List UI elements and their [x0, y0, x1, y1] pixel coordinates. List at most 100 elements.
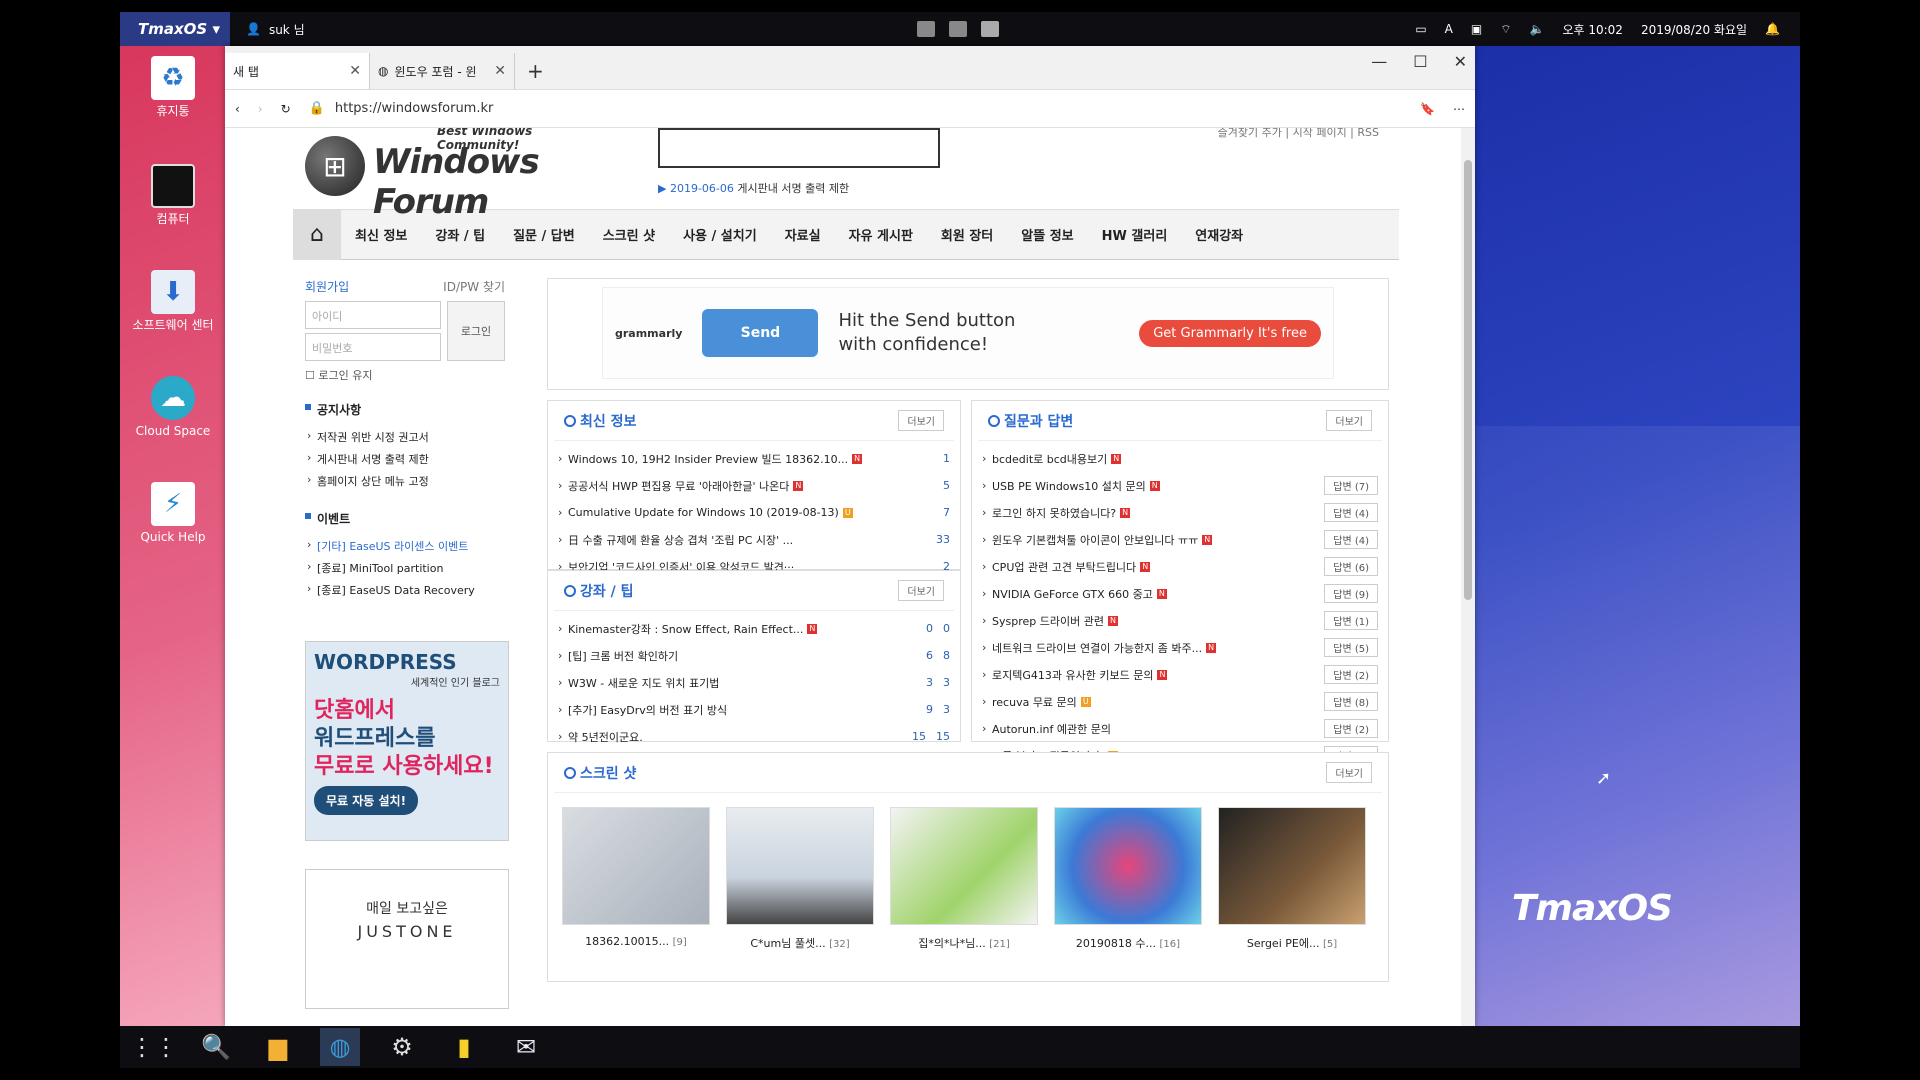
menu-item-hw-gallery[interactable]: HW 갤러리	[1088, 225, 1182, 244]
list-item[interactable]: 저작권 위반 시정 권고서	[305, 426, 505, 448]
screenshot-item[interactable]: 20190818 수... [16]	[1054, 807, 1202, 951]
menu-item-market[interactable]: 회원 장터	[927, 225, 1007, 244]
list-item[interactable]: Sysprep 드라이버 관련N 답변 (1)	[982, 607, 1378, 634]
page-scrollbar[interactable]	[1461, 128, 1475, 1026]
justone-ad[interactable]: 매일 보고싶은 JUSTONE	[305, 869, 509, 1009]
search-input[interactable]	[658, 128, 940, 168]
menu-item-latest[interactable]: 최신 정보	[341, 225, 421, 244]
menu-item-series[interactable]: 연재강좌	[1181, 225, 1257, 244]
ad-install-button[interactable]: 무료 자동 설치!	[314, 786, 419, 815]
layout-single-icon[interactable]	[917, 21, 935, 37]
volume-icon[interactable]: 🔈	[1530, 22, 1545, 36]
box-title[interactable]: 최신 정보	[564, 411, 636, 431]
list-item[interactable]: 日 수출 규제에 환율 상승 겹쳐 '조립 PC 시장' ... 33	[558, 526, 950, 553]
close-icon[interactable]: ✕	[494, 63, 506, 79]
file-manager-icon[interactable]: ▆	[258, 1028, 298, 1066]
list-item[interactable]: bcdedit로 bcd내용보기N	[982, 445, 1378, 472]
list-item[interactable]: W3W - 새로운 지도 위치 표기법 33	[558, 669, 950, 696]
more-button[interactable]: 더보기	[1326, 762, 1372, 783]
menu-item-tips[interactable]: 강좌 / 팁	[421, 225, 499, 244]
list-item[interactable]: [추가] EasyDrv의 버전 표기 방식 93	[558, 696, 950, 723]
login-button[interactable]: 로그인	[447, 301, 505, 361]
forward-icon[interactable]: ›	[258, 102, 263, 116]
more-button[interactable]: 더보기	[898, 580, 944, 601]
list-item[interactable]: [기타] EaseUS 라이센스 이벤트	[305, 535, 505, 557]
window-close-icon[interactable]: ✕	[1454, 52, 1467, 71]
wordpress-ad[interactable]: WORDPRESS 세계적인 인기 블로그 닷홈에서 워드프레스를 무료로 사용하세…	[305, 641, 509, 841]
find-account-link[interactable]: ID/PW 찾기	[443, 278, 505, 295]
screenshot-item[interactable]: Sergei PE에... [5]	[1218, 807, 1366, 951]
menu-item-deals[interactable]: 알뜰 정보	[1007, 225, 1087, 244]
notification-bell-icon[interactable]: 🔔	[1765, 22, 1780, 36]
list-item[interactable]: 로그인 하지 못하였습니다?N 답변 (4)	[982, 499, 1378, 526]
box-title[interactable]: 강좌 / 팁	[564, 581, 634, 601]
id-field[interactable]: 아이디	[305, 301, 441, 329]
tab-new[interactable]: 새 탭 ✕	[225, 53, 370, 89]
minimize-icon[interactable]: —	[1371, 52, 1387, 71]
more-menu-icon[interactable]: ⋯	[1453, 102, 1465, 116]
box-title[interactable]: 스크린 샷	[564, 763, 636, 783]
list-item[interactable]: Kinemaster강좌 : Snow Effect, Rain Effect.…	[558, 615, 950, 642]
menu-item-screenshots[interactable]: 스크린 샷	[589, 225, 669, 244]
list-item[interactable]: 네트워크 드라이브 연결이 가능한지 좀 봐주...N 답변 (5)	[982, 634, 1378, 661]
maximize-icon[interactable]: ☐	[1413, 52, 1427, 71]
reload-icon[interactable]: ↻	[281, 102, 291, 116]
more-button[interactable]: 더보기	[1326, 410, 1372, 431]
clock-date[interactable]: 2019/08/20 화요일	[1641, 21, 1747, 38]
list-item[interactable]: [종료] MiniTool partition	[305, 557, 505, 579]
menu-item-qna[interactable]: 질문 / 답변	[499, 225, 589, 244]
chat-icon[interactable]: ▭	[1415, 22, 1426, 36]
desktop-icon-recycle-bin[interactable]: ♻ 휴지통	[128, 56, 218, 119]
list-item[interactable]: Autorun.inf 예관한 문의 답변 (2)	[982, 715, 1378, 742]
back-icon[interactable]: ‹	[235, 102, 240, 116]
wifi-icon[interactable]: ⌔	[1500, 22, 1511, 37]
list-item[interactable]: 홈페이지 상단 메뉴 고정	[305, 470, 505, 492]
scrollbar-thumb[interactable]	[1464, 160, 1472, 600]
notes-icon[interactable]: ▮	[444, 1028, 484, 1066]
register-link[interactable]: 회원가입	[305, 278, 349, 295]
menu-item-reviews[interactable]: 사용 / 설치기	[669, 225, 771, 244]
ad-cta-button[interactable]: Get Grammarly It's free	[1139, 319, 1321, 347]
list-item[interactable]: 게시판내 서명 출력 제한	[305, 448, 505, 470]
list-item[interactable]: 공공서식 HWP 편집용 무료 '아래아한글' 나온다N 5	[558, 472, 950, 499]
desktop-icon-computer[interactable]: 컴퓨터	[128, 164, 218, 227]
bookmark-icon[interactable]: 🔖	[1420, 102, 1435, 116]
os-menu-button[interactable]: TmaxOS ▾	[120, 12, 230, 46]
app-launcher-icon[interactable]: ⋮⋮	[130, 1028, 178, 1066]
clock-time[interactable]: 오후 10:02	[1562, 21, 1622, 38]
tab-windowsforum[interactable]: ◍ 윈도우 포럼 - 윈 ✕	[370, 53, 515, 89]
browser-icon[interactable]: ◍	[320, 1028, 360, 1066]
list-item[interactable]: USB PE Windows10 설치 문의N 답변 (7)	[982, 472, 1378, 499]
search-icon[interactable]: 🔍	[196, 1028, 236, 1066]
layout-dual-icon[interactable]	[949, 21, 967, 37]
screenshot-item[interactable]: C*um님 풀셋... [32]	[726, 807, 874, 951]
home-icon[interactable]: ⌂	[293, 209, 341, 260]
password-field[interactable]: 비밀번호	[305, 333, 441, 361]
font-icon[interactable]: A	[1445, 22, 1453, 36]
list-item[interactable]: CPU업 관련 고견 부탁드립니다N 답변 (6)	[982, 553, 1378, 580]
list-item[interactable]: NVIDIA GeForce GTX 660 중고N 답변 (9)	[982, 580, 1378, 607]
desktop-icon-software-center[interactable]: ⬇ 소프트웨어 센터	[128, 270, 218, 333]
list-item[interactable]: 윈도우 기본캡쳐툴 아이콘이 안보입니다 ㅠㅠN 답변 (4)	[982, 526, 1378, 553]
screenshot-item[interactable]: 집*의*나*님... [21]	[890, 807, 1038, 951]
list-item[interactable]: Windows 10, 19H2 Insider Preview 빌드 1836…	[558, 445, 950, 472]
list-item[interactable]: 로지텍G413과 유사한 키보드 문의N 답변 (2)	[982, 661, 1378, 688]
header-notice[interactable]: ▶ 2019-06-06 게시판내 서명 출력 제한	[658, 180, 849, 196]
desktop-icon-cloud-space[interactable]: ☁ Cloud Space	[128, 376, 218, 439]
site-logo[interactable]: Best Windows Community! ⊞ Windows Forum	[305, 128, 605, 222]
settings-icon[interactable]: ⚙	[382, 1028, 422, 1066]
box-title[interactable]: 질문과 답변	[988, 411, 1073, 431]
list-item[interactable]: 약 5년전이군요. 15 15	[558, 723, 950, 750]
list-item[interactable]: recuva 무료 문의U 답변 (8)	[982, 688, 1378, 715]
address-bar[interactable]: 🔒 https://windowsforum.kr	[309, 101, 1402, 116]
user-menu[interactable]: 👤 suk 님	[246, 21, 305, 38]
header-links[interactable]: 즐겨찾기 추가 | 시작 페이지 | RSS	[1218, 128, 1379, 140]
menu-item-free-board[interactable]: 자유 게시판	[835, 225, 927, 244]
more-button[interactable]: 더보기	[898, 410, 944, 431]
list-item[interactable]: [종료] EaseUS Data Recovery	[305, 579, 505, 601]
new-tab-button[interactable]: +	[515, 59, 556, 89]
network-icon[interactable]: ▣	[1471, 22, 1482, 36]
mail-icon[interactable]: ✉	[506, 1028, 546, 1066]
menu-item-files[interactable]: 자료실	[771, 225, 835, 244]
close-icon[interactable]: ✕	[349, 63, 361, 79]
